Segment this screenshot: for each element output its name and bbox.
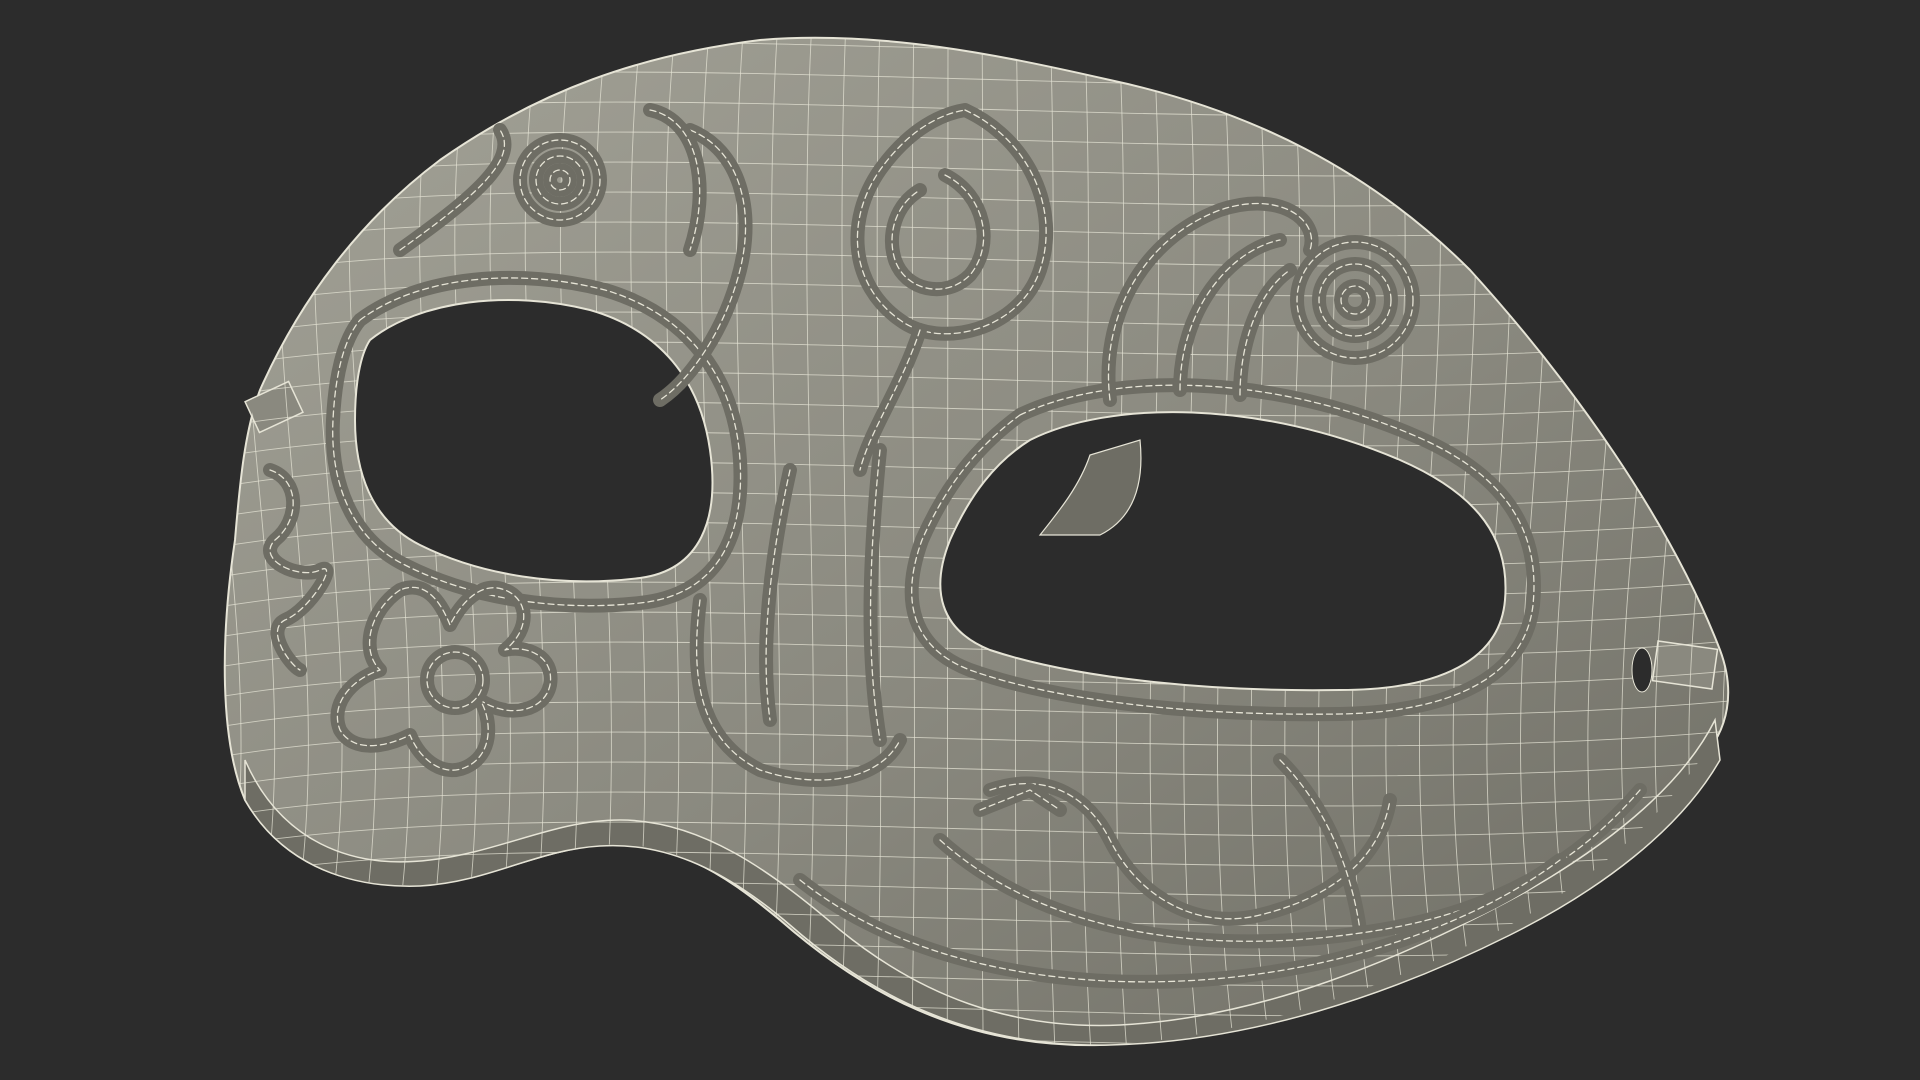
mask-render: [0, 0, 1920, 1080]
render-viewport: [0, 0, 1920, 1080]
strap-hole: [1631, 647, 1653, 693]
right-strap-tab: [1651, 640, 1719, 690]
